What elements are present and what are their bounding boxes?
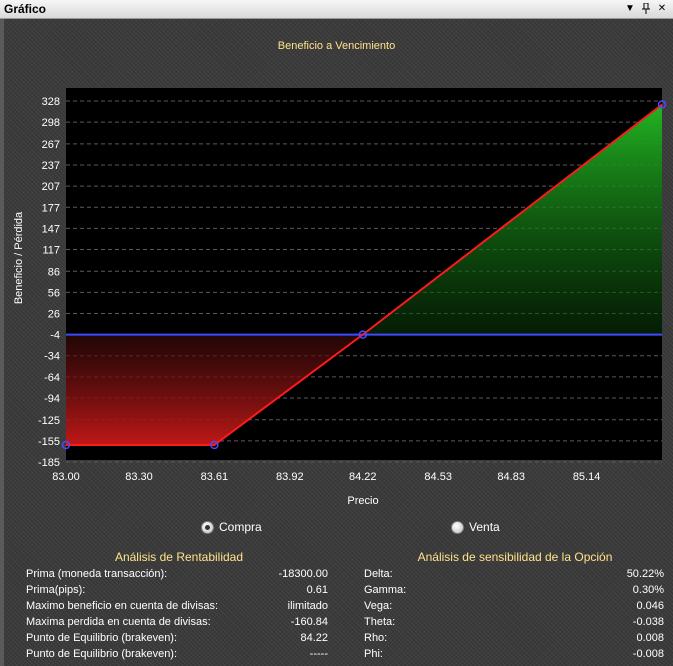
compra-radio[interactable]: Compra [201,520,262,534]
sensibilidad-label: Rho: [364,632,388,644]
sensibilidad-label: Gamma: [364,584,407,596]
y-axis-label: Beneficio / Pérdida [13,211,25,304]
y-tick-label: -155 [38,436,60,448]
sensibilidad-label: Theta: [364,616,396,628]
rentabilidad-row: Prima (moneda transacción): -18300.00 [26,566,328,582]
y-tick-label: -125 [38,415,60,427]
sensibilidad-row: Gamma: 0.30% [364,582,664,598]
rentabilidad-row: Maximo beneficio en cuenta de divisas: il… [26,598,328,614]
sensibilidad-value: 0.046 [636,600,664,612]
y-tick-label: 147 [42,223,60,235]
rentabilidad-row: Prima(pips): 0.61 [26,582,328,598]
y-tick-label: 267 [42,139,60,151]
sensibilidad-label: Delta: [364,568,393,580]
y-tick-label: -94 [44,393,60,405]
sensibilidad-label: Vega: [364,600,393,612]
sensibilidad-row: Vega: 0.046 [364,598,664,614]
x-tick-labels: 83.00 83.30 83.61 83.92 84.22 84.53 84.83 85.14 [52,471,600,483]
sensibilidad-value: 0.30% [632,584,664,596]
rentabilidad-row: Punto de Equilibrio (brakeven): 84.22 [26,630,328,646]
x-tick-label: 83.00 [52,471,80,483]
y-tick-label: 56 [48,287,60,299]
rentabilidad-value: -18300.00 [278,568,328,580]
sensibilidad-value: -0.008 [632,648,664,660]
y-tick-label: -4 [50,330,60,342]
venta-radio[interactable]: Venta [451,520,500,534]
rentabilidad-value: -160.84 [290,616,328,628]
sensibilidad-row: Theta: -0.038 [364,614,664,630]
x-tick-label: 83.61 [201,471,229,483]
x-tick-label: 84.22 [349,471,377,483]
y-tick-label: 117 [42,244,60,256]
sensibilidad-title: Análisis de sensibilidad de la Opción [417,550,613,564]
y-tick-label: 86 [48,266,60,278]
x-tick-label: 84.83 [497,471,525,483]
rentabilidad-row: Punto de Equilibrio (brakeven): ----- [26,646,328,662]
x-tick-label: 85.14 [573,471,601,483]
y-tick-label: -64 [44,372,60,384]
y-tick-label: -185 [38,457,60,469]
sensibilidad-value: -0.038 [632,616,664,628]
rentabilidad-value: ilimitado [287,600,328,612]
x-tick-label: 84.53 [424,471,452,483]
rentabilidad-label: Punto de Equilibrio (brakeven): [26,648,178,660]
x-tick-label: 83.30 [125,471,153,483]
y-tick-label: -34 [44,351,60,363]
x-tick-label: 83.92 [276,471,304,483]
rentabilidad-value: ----- [309,648,328,660]
y-tick-label: 26 [48,309,60,321]
rentabilidad-label: Punto de Equilibrio (brakeven): [26,632,178,644]
rentabilidad-row: Maxima perdida en cuenta de divisas: -160… [26,614,328,630]
y-tick-label: 177 [42,202,60,214]
rentabilidad-label: Prima (moneda transacción): [26,568,168,580]
y-tick-label: 237 [42,160,60,172]
sensibilidad-value: 0.008 [636,632,664,644]
rentabilidad-label: Maximo beneficio en cuenta de divisas: [26,600,218,612]
sensibilidad-value: 50.22% [626,568,664,580]
rentabilidad-label: Prima(pips): [26,584,86,596]
compra-label: Compra [219,520,262,534]
sensibilidad-row: Phi: -0.008 [364,646,664,662]
sensibilidad-label: Phi: [364,648,383,660]
payoff-chart: 328 298 267 237 207 177 147 117 86 56 26 -4 -34 -64 -9… [13,88,667,507]
sensibilidad-table: Delta: 50.22% Gamma: 0.30% Vega: 0.046 Theta: -… [364,566,664,662]
sensibilidad-row: Rho: 0.008 [364,630,664,646]
rentabilidad-label: Maxima perdida en cuenta de divisas: [26,616,211,628]
y-tick-label: 298 [42,117,60,129]
x-axis-label: Precio [347,495,378,507]
compra-radio-dot[interactable] [201,520,214,534]
y-tick-label: 328 [42,96,60,108]
venta-radio-dot[interactable] [451,520,464,534]
rentabilidad-title: Análisis de Rentabilidad [114,550,244,564]
y-tick-labels: 328 298 267 237 207 177 147 117 86 56 26 -4 -34 -64 -9… [38,96,60,469]
y-tick-label: 207 [42,181,60,193]
rentabilidad-value: 0.61 [306,584,328,596]
venta-label: Venta [469,520,500,534]
rentabilidad-table: Prima (moneda transacción): -18300.00 Prim… [26,566,328,662]
rentabilidad-value: 84.22 [300,632,328,644]
sensibilidad-row: Delta: 50.22% [364,566,664,582]
